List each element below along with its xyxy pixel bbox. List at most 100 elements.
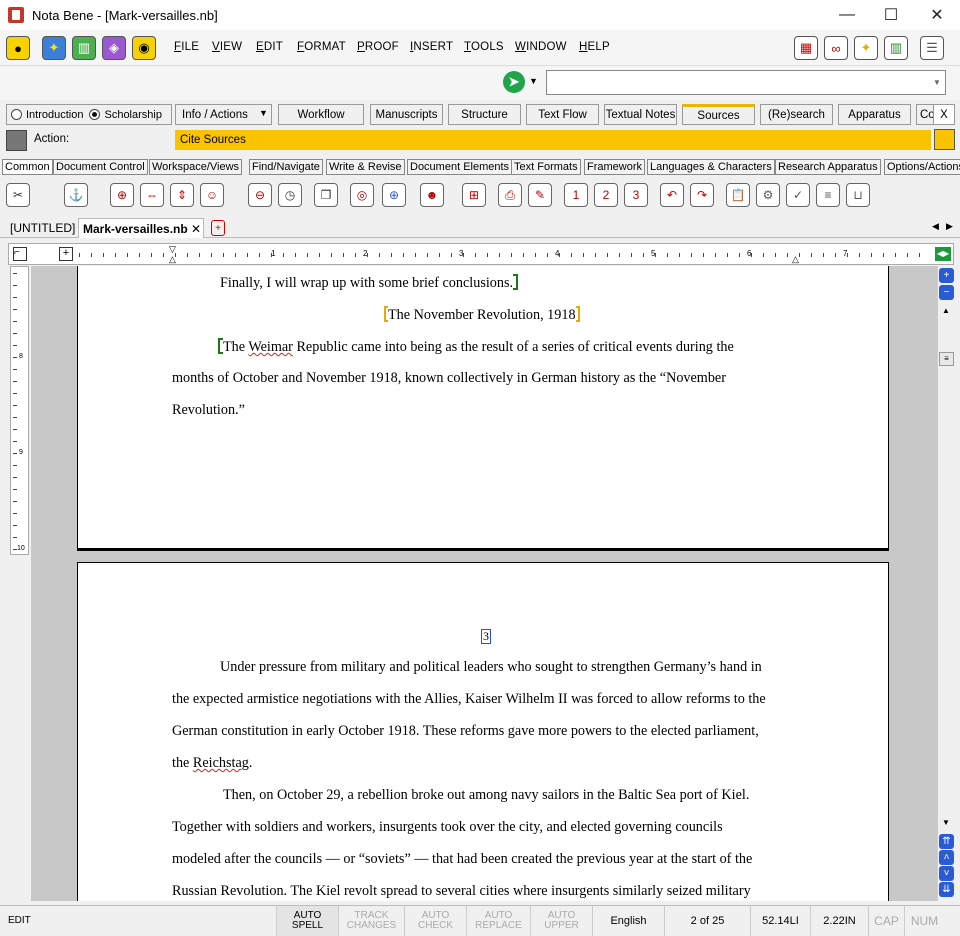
- page-up-icon[interactable]: ⇈: [939, 834, 954, 849]
- lightbulb-icon[interactable]: ✦: [42, 36, 66, 60]
- page-break-icon[interactable]: ⊖: [248, 183, 272, 207]
- tab-sources[interactable]: Sources: [682, 104, 755, 125]
- group-document-elements[interactable]: Document Elements: [407, 159, 513, 175]
- menu-insert[interactable]: INSERT: [410, 41, 453, 53]
- book-icon[interactable]: ▥: [72, 36, 96, 60]
- layout-icon[interactable]: ☰: [920, 36, 944, 60]
- clipboard-settings-icon[interactable]: ⚙: [756, 183, 780, 207]
- chart-2-icon[interactable]: 2: [594, 183, 618, 207]
- anchor-icon[interactable]: ⚓: [64, 183, 88, 207]
- menu-view[interactable]: VIEW: [212, 41, 242, 53]
- edit-icon[interactable]: ✎: [528, 183, 552, 207]
- idea-icon[interactable]: ✦: [854, 36, 878, 60]
- ruler-toggle-icon[interactable]: ◀▶: [935, 247, 951, 261]
- page[interactable]: Finally, I will wrap up with some brief …: [77, 266, 889, 551]
- action-icon[interactable]: [6, 130, 27, 151]
- horizontal-ruler[interactable]: ⌐ + ▽ △ △ 1 2 3 4 5 6 7 ◀▶: [8, 243, 954, 265]
- tab-apparatus[interactable]: Apparatus: [838, 104, 911, 125]
- group-research-apparatus[interactable]: Research Apparatus: [775, 159, 881, 175]
- person-icon[interactable]: ☺: [200, 183, 224, 207]
- menu-tools[interactable]: TOOLS: [464, 41, 504, 53]
- document-area[interactable]: Finally, I will wrap up with some brief …: [31, 266, 937, 901]
- group-find-navigate[interactable]: Find/Navigate: [249, 159, 323, 175]
- close-window-button[interactable]: ✕: [914, 0, 960, 30]
- scroll-thumb[interactable]: ≡: [939, 352, 954, 366]
- copy-pages-icon[interactable]: ❐: [314, 183, 338, 207]
- menu-file[interactable]: FILE: [174, 41, 199, 53]
- scroll-up-icon[interactable]: ▲: [942, 306, 950, 315]
- group-write-revise[interactable]: Write & Revise: [326, 159, 405, 175]
- menu-help[interactable]: HELP: [579, 41, 610, 53]
- tab-structure[interactable]: Structure: [448, 104, 521, 125]
- scroll-tabs-right-icon[interactable]: ▶: [946, 221, 953, 232]
- zoom-in-icon[interactable]: +: [939, 268, 954, 283]
- ruler-indent-icon[interactable]: +: [59, 247, 73, 261]
- group-document-control[interactable]: Document Control: [53, 159, 148, 175]
- new-tab-icon[interactable]: +: [211, 220, 225, 236]
- auto-upper-toggle[interactable]: AUTO UPPER: [530, 906, 592, 936]
- clipboard-icon[interactable]: 📋: [726, 183, 750, 207]
- misspelled-word[interactable]: Weimar: [248, 339, 293, 355]
- vertical-spacing-icon[interactable]: ⇕: [170, 183, 194, 207]
- page[interactable]: 3 Under pressure from military and polit…: [77, 562, 889, 901]
- prev-icon[interactable]: ˄: [939, 850, 954, 865]
- group-workspace-views[interactable]: Workspace/Views: [149, 159, 243, 175]
- action-color-swatch[interactable]: [934, 129, 955, 150]
- zoom-in-icon[interactable]: ⊕: [382, 183, 406, 207]
- redo-icon[interactable]: ↷: [690, 183, 714, 207]
- info-actions-dropdown[interactable]: Info / Actions ▼: [175, 104, 272, 125]
- tab-stop-type-icon[interactable]: ⌐: [13, 247, 27, 261]
- page-down-icon[interactable]: ⇊: [939, 882, 954, 897]
- jar-icon[interactable]: ⊔: [846, 183, 870, 207]
- auto-check-toggle[interactable]: AUTO CHECK: [404, 906, 466, 936]
- insert-plus-icon[interactable]: ⊕: [110, 183, 134, 207]
- close-tab-icon[interactable]: ✕: [191, 222, 201, 236]
- zoom-out-icon[interactable]: −: [939, 285, 954, 300]
- doc-tab-current[interactable]: Mark-versailles.nb ✕: [78, 218, 204, 238]
- menu-edit[interactable]: EDIT: [256, 41, 283, 53]
- group-options-actions[interactable]: Options/Actions: [884, 159, 960, 175]
- clipboard-list-icon[interactable]: ≡: [816, 183, 840, 207]
- vertical-scrollbar[interactable]: + − ▲ ≡ ▼ ⇈ ˄ ˅ ⇊: [937, 266, 955, 901]
- calendar-icon[interactable]: ▦: [794, 36, 818, 60]
- runner-icon[interactable]: ➤: [503, 71, 525, 93]
- notebook-icon[interactable]: ▥: [884, 36, 908, 60]
- tab-textual-notes[interactable]: Textual Notes: [604, 104, 677, 125]
- tools-icon[interactable]: ✂: [6, 183, 30, 207]
- tab-text-flow[interactable]: Text Flow: [526, 104, 599, 125]
- clock-icon[interactable]: ◷: [278, 183, 302, 207]
- record-icon[interactable]: ◎: [350, 183, 374, 207]
- spacing-icon[interactable]: ⇔: [140, 183, 164, 207]
- palette-icon[interactable]: ●: [6, 36, 30, 60]
- chart-3-icon[interactable]: 3: [624, 183, 648, 207]
- clipboard-check-icon[interactable]: ✓: [786, 183, 810, 207]
- radio-scholarship[interactable]: [89, 109, 101, 120]
- language-indicator[interactable]: English: [592, 906, 664, 936]
- group-common[interactable]: Common: [2, 159, 53, 175]
- maximize-button[interactable]: ☐: [868, 0, 914, 30]
- command-search-input[interactable]: [546, 70, 946, 95]
- menu-window[interactable]: WINDOW: [515, 41, 567, 53]
- binoculars-icon[interactable]: ∞: [824, 36, 848, 60]
- auto-replace-toggle[interactable]: AUTO REPLACE: [466, 906, 530, 936]
- next-icon[interactable]: ˅: [939, 866, 954, 881]
- cube-icon[interactable]: ◈: [102, 36, 126, 60]
- radio-introduction[interactable]: [11, 109, 22, 120]
- media-icon[interactable]: ◉: [132, 36, 156, 60]
- auto-spell-toggle[interactable]: AUTO SPELL: [276, 906, 338, 936]
- track-changes-toggle[interactable]: TRACK CHANGES: [338, 906, 404, 936]
- search-dropdown-icon[interactable]: ▼: [933, 78, 941, 87]
- menu-proof[interactable]: PROOF: [357, 41, 399, 53]
- tab-workflow[interactable]: Workflow: [278, 104, 364, 125]
- undo-icon[interactable]: ↶: [660, 183, 684, 207]
- minimize-button[interactable]: —: [824, 0, 870, 30]
- group-framework[interactable]: Framework: [584, 159, 646, 175]
- scroll-tabs-left-icon[interactable]: ◀: [932, 221, 939, 232]
- scroll-down-icon[interactable]: ▼: [942, 818, 950, 827]
- grid-icon[interactable]: ⊞: [462, 183, 486, 207]
- group-languages-characters[interactable]: Languages & Characters: [647, 159, 775, 175]
- doc-tab-untitled[interactable]: [UNTITLED]: [10, 218, 75, 238]
- right-indent-marker-icon[interactable]: △: [792, 254, 799, 265]
- group-text-formats[interactable]: Text Formats: [511, 159, 581, 175]
- chart-1-icon[interactable]: 1: [564, 183, 588, 207]
